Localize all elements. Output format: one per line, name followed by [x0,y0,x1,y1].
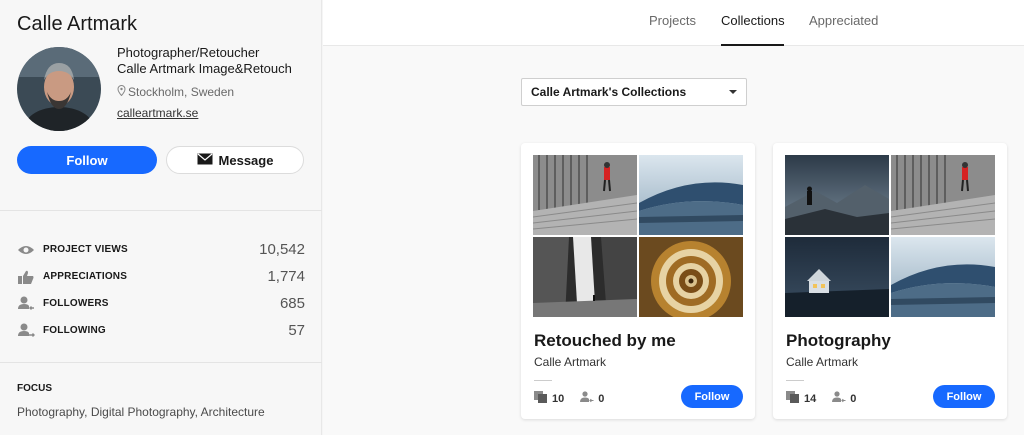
website-link[interactable]: calleartmark.se [117,106,198,120]
cover-image-architecture [639,155,743,235]
stat-value: 10,542 [259,241,305,258]
card-divider [786,380,804,381]
cover-image-staircase [639,237,743,317]
stat-value: 685 [279,295,305,312]
stat-row-project-views: PROJECT VIEWS 10,542 [17,236,305,263]
collection-cover-grid[interactable] [533,155,743,317]
profile-info: Photographer/Retoucher Calle Artmark Ima… [117,45,292,77]
collection-card[interactable]: Retouched by me Calle Artmark 10 0 Follo… [521,143,755,419]
follower-count: 0 [598,392,605,405]
collection-cover-grid[interactable] [785,155,995,317]
profile-company: Calle Artmark Image&Retouch [117,61,292,76]
follow-button[interactable]: Follow [17,146,157,174]
cover-image-architecture [891,237,995,317]
stat-value: 57 [288,322,305,339]
collection-title[interactable]: Photography [786,331,891,351]
tab-projects[interactable]: Projects [649,13,696,28]
stat-value: 1,774 [267,268,305,285]
profile-sidebar: Calle Artmark Photographer/Retoucher Cal… [0,0,322,435]
projects-stack-icon [786,391,800,406]
profile-tabs: Projects Collections Appreciated [323,0,1024,46]
following-icon [17,323,37,339]
cover-image-house [785,237,889,317]
collection-stats: 14 0 [786,391,856,406]
collection-follow-button[interactable]: Follow [681,385,743,408]
collections-select-value: Calle Artmark's Collections [531,85,687,99]
location-text: Stockholm, Sweden [128,85,235,99]
avatar[interactable] [17,47,101,131]
stat-row-following: FOLLOWING 57 [17,317,305,344]
cover-image-waterfall [533,237,637,317]
followers-icon [580,391,594,406]
envelope-icon [197,153,213,168]
stat-label: APPRECIATIONS [43,271,128,282]
collections-select[interactable]: Calle Artmark's Collections [521,78,747,106]
collection-card[interactable]: Photography Calle Artmark 14 0 Follow [773,143,1007,419]
collection-follow-button[interactable]: Follow [933,385,995,408]
sidebar-divider [0,210,322,211]
profile-occupation: Photographer/Retoucher [117,45,260,60]
profile-location: Stockholm, Sweden [117,84,235,99]
collection-owner[interactable]: Calle Artmark [534,355,606,369]
card-divider [534,380,552,381]
followers-icon [17,296,37,312]
caret-down-icon [729,90,737,94]
projects-stack-icon [534,391,548,406]
message-button[interactable]: Message [166,146,304,174]
stat-row-followers: FOLLOWERS 685 [17,290,305,317]
main-content: Projects Collections Appreciated Calle A… [323,0,1024,435]
followers-icon [832,391,846,406]
follower-count: 0 [850,392,857,405]
eye-icon [17,242,37,258]
cover-image-boardwalk [891,155,995,235]
stat-row-appreciations: APPRECIATIONS 1,774 [17,263,305,290]
collection-stats: 10 0 [534,391,604,406]
stat-label: FOLLOWERS [43,298,109,309]
focus-title: FOCUS [17,383,52,394]
stat-label: FOLLOWING [43,325,106,336]
tab-appreciated[interactable]: Appreciated [809,13,878,28]
stats-list: PROJECT VIEWS 10,542 APPRECIATIONS 1,774… [17,236,305,344]
location-pin-icon [117,84,126,99]
cover-image-mountain [785,155,889,235]
project-count: 10 [552,392,565,405]
stat-label: PROJECT VIEWS [43,244,128,255]
focus-text: Photography, Digital Photography, Archit… [17,405,265,419]
cover-image-boardwalk [533,155,637,235]
collection-owner[interactable]: Calle Artmark [786,355,858,369]
project-count: 14 [804,392,817,405]
active-tab-indicator [721,44,784,46]
profile-name: Calle Artmark [17,13,138,35]
tab-collections[interactable]: Collections [721,13,785,28]
thumbs-up-icon [17,269,37,285]
collection-title[interactable]: Retouched by me [534,331,676,351]
sidebar-divider [0,362,322,363]
message-label: Message [218,152,274,168]
